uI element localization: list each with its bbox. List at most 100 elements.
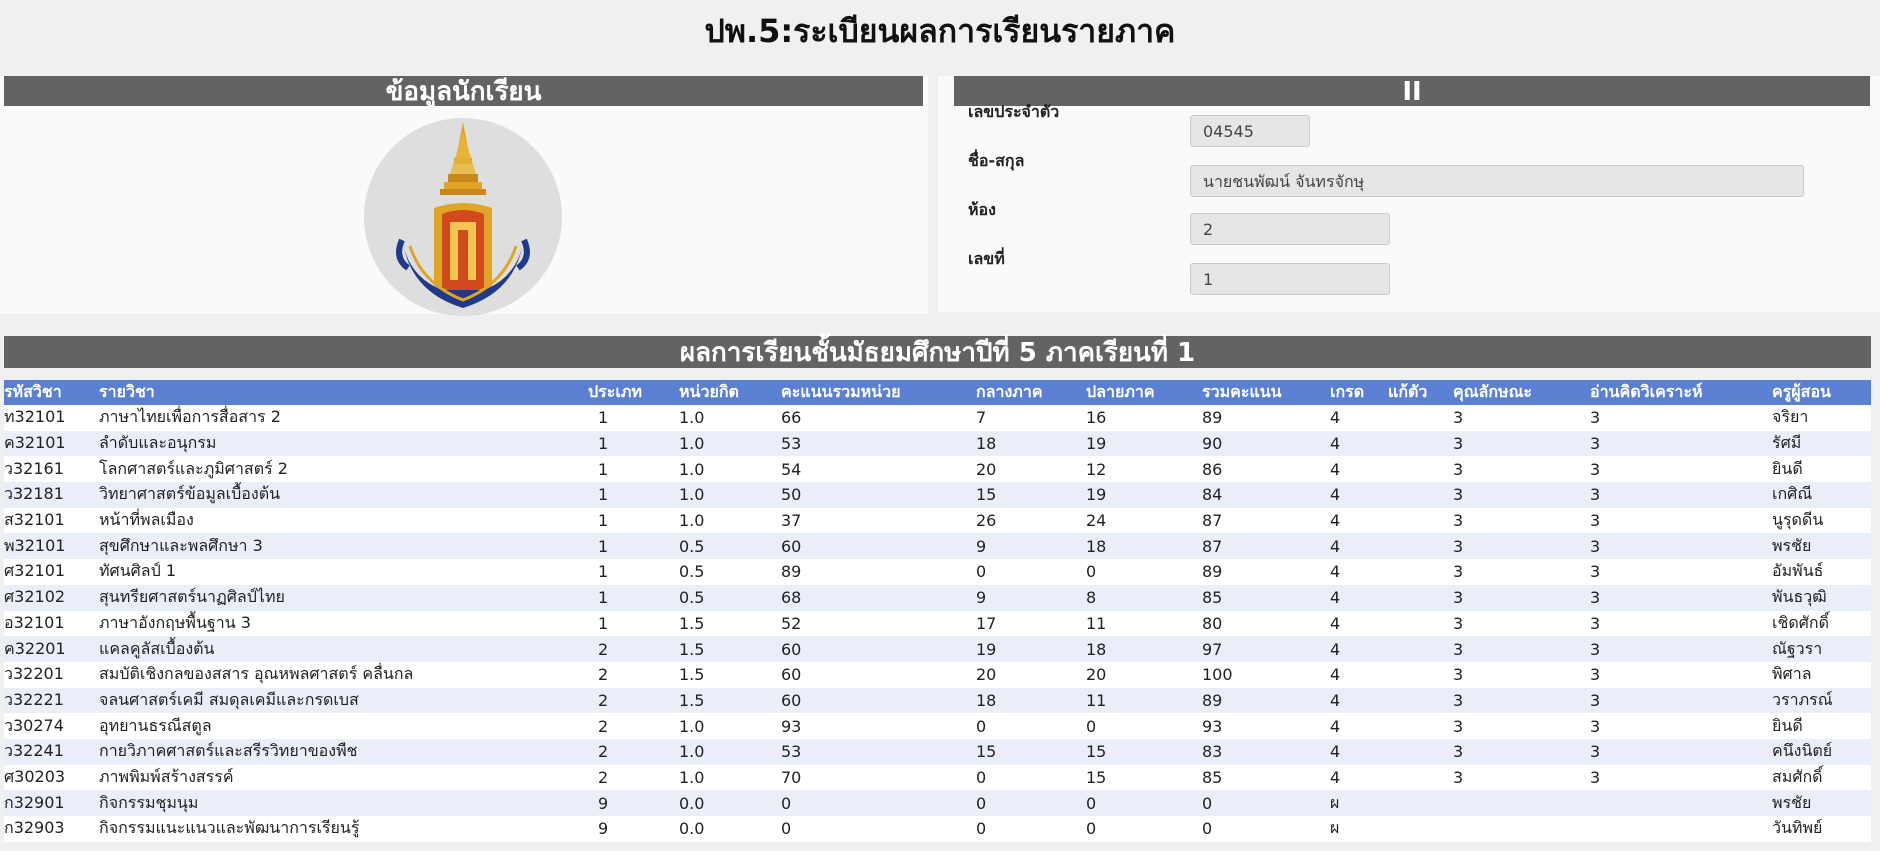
- info-section: ข้อมูลนักเรียน II เลขประจำตัว 04545 ชื่อ…: [0, 62, 1880, 320]
- table-cell: 18: [976, 430, 1086, 457]
- table-cell: 11: [1086, 610, 1202, 637]
- table-cell: 3: [1453, 559, 1590, 585]
- table-cell: 4: [1330, 559, 1388, 585]
- table-cell: 26: [976, 507, 1086, 534]
- table-cell: สมบัติเชิงกลของสสาร อุณหพลศาสตร์ คลื่นกล: [99, 661, 588, 688]
- table-cell: 15: [1086, 738, 1202, 765]
- table-cell: 4: [1330, 636, 1388, 662]
- table-cell: 97: [1202, 636, 1330, 662]
- table-cell: 0: [976, 764, 1086, 791]
- table-cell: พรชัย: [1772, 533, 1871, 560]
- table-cell: ว32161: [4, 456, 99, 483]
- table-cell: 0: [1202, 790, 1330, 816]
- table-cell: 0: [1202, 816, 1330, 842]
- table-cell: 3: [1590, 584, 1772, 611]
- table-cell: 0: [781, 790, 976, 816]
- table-cell: 68: [781, 584, 976, 611]
- table-cell: 4: [1330, 430, 1388, 457]
- table-cell: [1388, 738, 1453, 765]
- student-id-field: 04545: [1190, 115, 1310, 147]
- table-cell: 15: [976, 482, 1086, 508]
- table-cell: 9: [976, 533, 1086, 560]
- table-cell: 0: [976, 559, 1086, 585]
- table-row: ส32101 หน้าที่พลเมือง 1 1.0 37 26 24 87 4 3 3 นูรุด…: [4, 507, 1871, 534]
- table-cell: 4: [1330, 507, 1388, 534]
- table-cell: 50: [781, 482, 976, 508]
- table-cell: 0: [781, 816, 976, 842]
- table-cell: ศ32101: [4, 559, 99, 585]
- table-cell: 8: [1086, 584, 1202, 611]
- table-cell: 1.5: [679, 610, 781, 637]
- table-cell: อ32101: [4, 610, 99, 637]
- table-cell: แคลคูลัสเบื้องต้น: [99, 636, 588, 662]
- table-cell: 18: [1086, 636, 1202, 662]
- room-label: ห้อง: [968, 200, 996, 219]
- table-cell: 24: [1086, 507, 1202, 534]
- table-cell: 0.0: [679, 816, 781, 842]
- table-cell: 1.5: [679, 661, 781, 688]
- table-cell: 3: [1453, 687, 1590, 714]
- table-row: พ32101 สุขศึกษาและพลศึกษา 3 1 0.5 60 9 18 87 4 3 3…: [4, 533, 1871, 560]
- table-cell: 0: [976, 790, 1086, 816]
- table-row: ว32161 โลกศาสตร์และภูมิศาสตร์ 2 1 1.0 54 20 12…: [4, 456, 1871, 483]
- table-row: ว32241 กายวิภาคศาสตร์และสรีรวิทยาของพืช 2 1…: [4, 738, 1871, 765]
- table-cell: 0.5: [679, 559, 781, 585]
- table-cell: 4: [1330, 482, 1388, 508]
- table-cell: ว32221: [4, 687, 99, 714]
- table-cell: [1590, 790, 1772, 816]
- table-cell: 4: [1330, 764, 1388, 791]
- table-cell: 0.5: [679, 584, 781, 611]
- table-cell: 66: [781, 405, 976, 431]
- table-cell: ว32181: [4, 482, 99, 508]
- table-cell: 3: [1453, 738, 1590, 765]
- table-cell: [1388, 559, 1453, 585]
- table-cell: 3: [1590, 507, 1772, 534]
- table-row: ศ30203 ภาพพิมพ์สร้างสรรค์ 2 1.0 70 0 15 85 4 3 3 สม…: [4, 764, 1871, 791]
- table-cell: [1590, 816, 1772, 842]
- table-cell: ณัฐวรา: [1772, 636, 1871, 662]
- table-cell: ผ: [1330, 816, 1388, 842]
- table-cell: 9: [588, 790, 679, 816]
- table-cell: 2: [588, 636, 679, 662]
- student-info-panel: ข้อมูลนักเรียน: [0, 76, 928, 316]
- table-cell: 3: [1590, 661, 1772, 688]
- table-cell: 84: [1202, 482, 1330, 508]
- table-cell: [1388, 816, 1453, 842]
- table-cell: 9: [976, 584, 1086, 611]
- table-cell: [1388, 533, 1453, 560]
- table-cell: จริยา: [1772, 405, 1871, 431]
- table-cell: 3: [1590, 559, 1772, 585]
- table-cell: 3: [1453, 584, 1590, 611]
- table-row: ว32181 วิทยาศาสตร์ข้อมูลเบื้องต้น 1 1.0 50 15…: [4, 482, 1871, 508]
- table-cell: 4: [1330, 687, 1388, 714]
- table-cell: [1388, 661, 1453, 688]
- table-cell: [1388, 764, 1453, 791]
- table-cell: ค32101: [4, 430, 99, 457]
- table-cell: 89: [1202, 687, 1330, 714]
- table-cell: 3: [1590, 610, 1772, 637]
- student-id-label: เลขประจำตัว: [968, 102, 1060, 121]
- table-cell: [1388, 482, 1453, 508]
- table-cell: 3: [1453, 456, 1590, 483]
- table-cell: 0.5: [679, 533, 781, 560]
- table-cell: 1.0: [679, 405, 781, 431]
- table-cell: [1388, 687, 1453, 714]
- table-cell: ศ30203: [4, 764, 99, 791]
- table-cell: 89: [1202, 559, 1330, 585]
- col-header: ครูผู้สอน: [1772, 380, 1871, 405]
- student-info-heading: ข้อมูลนักเรียน: [4, 76, 923, 107]
- table-cell: 93: [1202, 713, 1330, 739]
- table-cell: 1: [588, 507, 679, 534]
- student-name-label: ชื่อ-สกุล: [968, 151, 1025, 170]
- table-cell: 19: [1086, 430, 1202, 457]
- table-cell: 85: [1202, 764, 1330, 791]
- table-cell: พิศาล: [1772, 661, 1871, 688]
- table-cell: เกศิณี: [1772, 482, 1871, 508]
- table-cell: อัมพันธ์: [1772, 559, 1871, 585]
- table-cell: 12: [1086, 456, 1202, 483]
- table-cell: 89: [1202, 405, 1330, 431]
- seat-number-label: เลขที่: [968, 249, 1005, 268]
- table-cell: 87: [1202, 507, 1330, 534]
- table-cell: 1.0: [679, 507, 781, 534]
- col-header: คุณลักษณะ: [1453, 380, 1590, 405]
